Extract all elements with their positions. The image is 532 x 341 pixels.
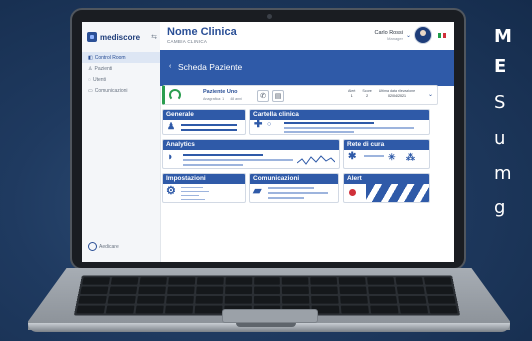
body-fragment-4: g [494,197,506,218]
tile-alert[interactable]: Alert [343,173,430,203]
stat-score: Score 2 [362,89,372,98]
headline-fragment-2: E [494,56,507,77]
avatar[interactable] [414,26,432,44]
page-banner: ‹ Scheda Paziente [160,50,454,86]
italian-flag-icon[interactable] [438,32,447,38]
gauge-icon: ◗ [167,151,174,163]
headline-fragment-1: M [494,26,512,47]
sparkline-icon [297,155,335,165]
tile-rete-di-cura[interactable]: Rete di cura ✱ ✳ ⁂ [343,139,430,169]
patient-meta-id: Anagrafica: 1 [203,97,225,101]
tile-title: Comunicazioni [250,174,338,184]
chevron-down-icon[interactable]: ⌄ [428,91,433,98]
sidebar-item-utenti[interactable]: ◌ Utenti [82,74,160,85]
settings-icon: ⚙ [166,185,176,197]
tile-title: Impostazioni [163,174,245,184]
network-icon: ✱ [348,151,357,162]
change-clinic-link[interactable]: CAMBIA CLINICA [167,39,207,44]
chat-bubble-icon: ▰ [253,185,262,197]
chevron-down-icon[interactable]: ⌄ [406,32,411,39]
person-icon: ♟ [167,121,176,131]
tile-analytics[interactable]: Analytics ◗ [162,139,340,169]
tile-title: Generale [163,110,245,120]
body-fragment-2: u [494,128,506,149]
phone-icon: ✆ [260,93,266,100]
medical-cross-icon: ✚ [254,119,263,130]
patient-meta-age: 48 anni [230,97,242,101]
sidebar-item-comunicazioni[interactable]: ▭ Comunicazioni [82,85,160,96]
patient-avatar-icon [169,89,181,101]
sidebar: mediscore ⇆ ◧ Control Room ♙ Pazienti ◌ … [82,22,161,262]
sidebar-item-label: Utenti [92,76,107,83]
sidebar-item-control-room[interactable]: ◧ Control Room [82,52,160,63]
hub-icon: ✳ [388,152,396,162]
tile-title: Cartella clinica [250,110,429,120]
users-icon: ◌ [88,76,91,83]
body-fragment-1: S [494,92,506,113]
logo[interactable]: mediscore ⇆ [87,30,157,44]
stat-last-reading: Ultima data rilevazione 02/04/2021 [378,89,416,98]
tile-generale[interactable]: Generale ♟ [162,109,246,135]
patient-card[interactable]: Paziente Uno Anagrafica: 1 48 anni ✆ ▤ A… [162,85,438,105]
circle-icon: ○ [267,121,272,128]
user-role: Manager [387,35,403,41]
section-title: Scheda Paziente [178,62,243,72]
stat-alert: Alert 1 [348,89,356,98]
call-button[interactable]: ✆ [257,90,269,102]
alert-dot-icon [349,189,356,196]
chat-icon: ▤ [274,93,282,100]
sidebar-item-pazienti[interactable]: ♙ Pazienti [82,63,160,74]
tile-comunicazioni[interactable]: Comunicazioni ▰ [249,173,339,203]
brand-badge-icon [88,242,97,251]
patient-name: Paziente Uno [203,89,238,95]
collapse-sidebar-icon[interactable]: ⇆ [151,33,157,41]
user-name: Carlo Rossi [374,29,403,36]
message-button[interactable]: ▤ [272,90,284,102]
webcam [267,14,272,19]
sidebar-item-label: Control Room [94,54,126,61]
laptop-notch [236,323,296,327]
alert-stripes [366,184,429,202]
laptop-promo: mediscore ⇆ ◧ Control Room ♙ Pazienti ◌ … [0,0,532,341]
back-chevron-icon[interactable]: ‹ [169,63,171,70]
node-icon: ⁂ [406,152,415,162]
patient-meta: Anagrafica: 1 48 anni [203,97,242,101]
tile-cartella-clinica[interactable]: Cartella clinica ✚ ○ [249,109,430,135]
user-menu[interactable]: Carlo Rossi Manager ⌄ [375,26,447,44]
trackpad [222,309,318,323]
tile-title: Rete di cura [344,140,429,150]
patient-stats: Alert 1 Score 2 Ultima data rilevazione 02/… [348,89,415,98]
message-icon: ▭ [88,87,93,94]
sidebar-item-label: Comunicazioni [94,87,128,94]
body-fragment-3: m [494,163,512,184]
logo-mark-icon [87,32,97,42]
tile-impostazioni[interactable]: Impostazioni ⚙ [162,173,246,203]
sidebar-item-label: Pazienti [94,65,113,72]
footer-brand: Aedicare [88,242,119,251]
patient-icon: ♙ [88,65,93,72]
sidebar-nav: ◧ Control Room ♙ Pazienti ◌ Utenti ▭ Com… [82,52,160,96]
footer-brand-label: Aedicare [99,243,119,250]
page-title: Nome Clinica [167,26,237,38]
dashboard-icon: ◧ [88,54,93,61]
user-info: Carlo Rossi Manager [375,30,403,41]
top-bar: Nome Clinica CAMBIA CLINICA Carlo Rossi … [160,22,454,51]
tile-title: Alert [344,174,429,184]
logo-text: mediscore [100,32,141,42]
tile-title: Analytics [163,140,339,150]
